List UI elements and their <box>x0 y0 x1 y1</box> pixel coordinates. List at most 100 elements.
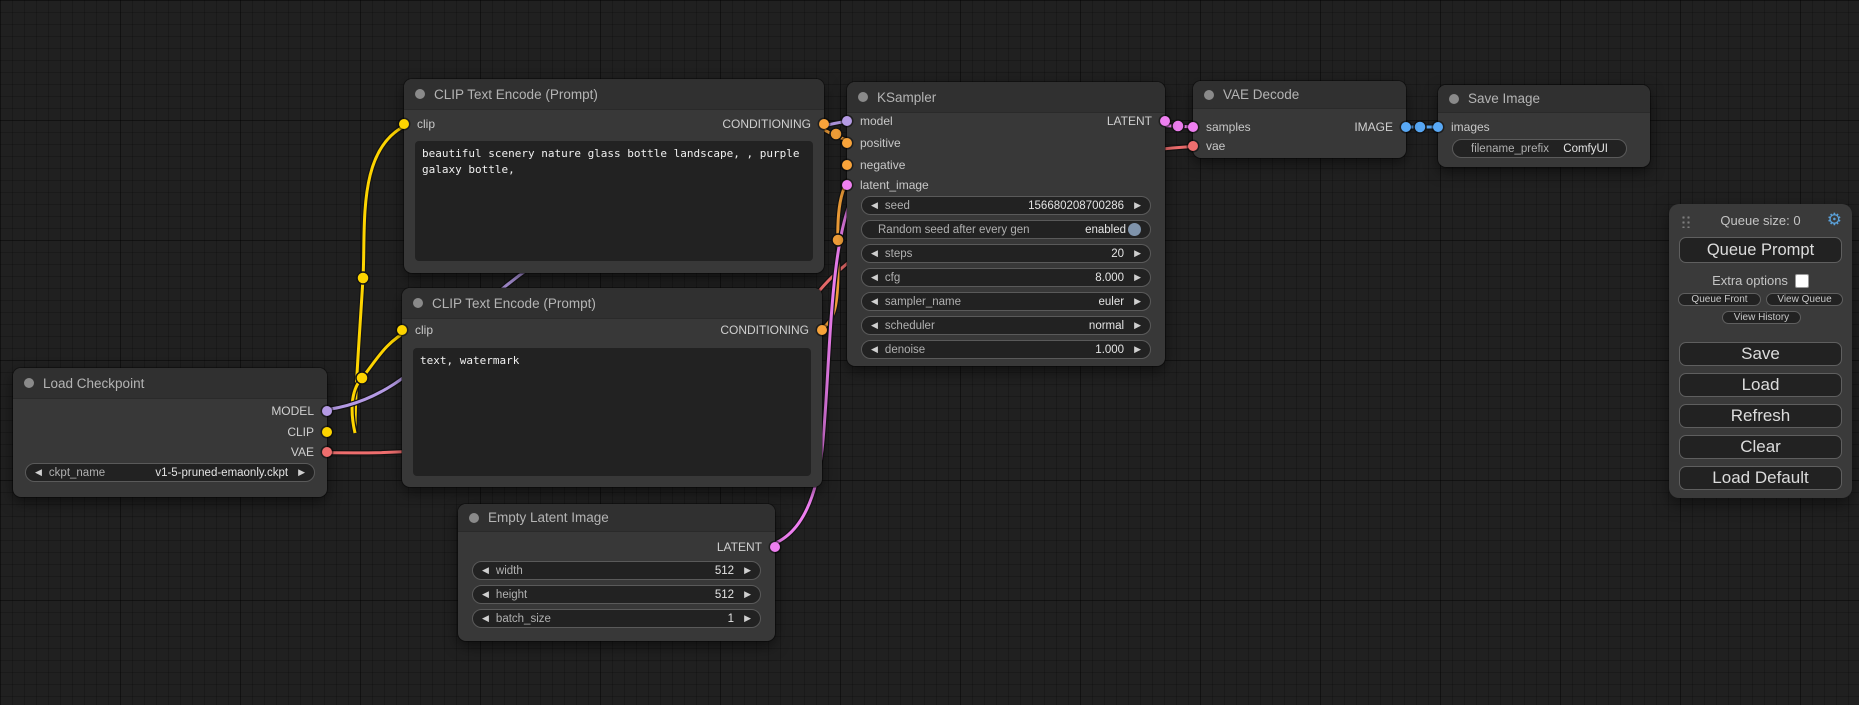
decrement-arrow-icon[interactable]: ◀ <box>871 297 878 306</box>
output-port-model[interactable] <box>322 406 332 416</box>
decrement-arrow-icon[interactable]: ◀ <box>871 249 878 258</box>
view-queue-button[interactable]: View Queue <box>1766 293 1843 306</box>
input-port-clip[interactable] <box>397 325 407 335</box>
node-collapse-dot-icon[interactable] <box>24 378 34 388</box>
save-button[interactable]: Save <box>1679 342 1842 366</box>
port-row: latent_image <box>847 175 1165 195</box>
increment-arrow-icon[interactable]: ▶ <box>1134 273 1141 282</box>
increment-arrow-icon[interactable]: ▶ <box>744 614 751 623</box>
node-title-bar[interactable]: VAE Decode <box>1193 81 1406 109</box>
queue-front-button[interactable]: Queue Front <box>1678 293 1761 306</box>
node-title-bar[interactable]: CLIP Text Encode (Prompt) <box>402 288 822 319</box>
output-port-conditioning[interactable] <box>817 325 827 335</box>
widget-label: Random seed after every gen <box>878 224 1030 236</box>
input-label-positive: positive <box>860 136 901 150</box>
input-port-images[interactable] <box>1433 122 1443 132</box>
extra-options-checkbox[interactable] <box>1795 274 1809 288</box>
increment-arrow-icon[interactable]: ▶ <box>1134 321 1141 330</box>
port-row: MODEL <box>13 401 327 421</box>
view-history-button[interactable]: View History <box>1722 311 1801 324</box>
decrement-arrow-icon[interactable]: ◀ <box>482 590 489 599</box>
output-port-image[interactable] <box>1401 122 1411 132</box>
input-port-latent-image[interactable] <box>842 180 852 190</box>
clear-button[interactable]: Clear <box>1679 435 1842 459</box>
output-port-clip[interactable] <box>322 427 332 437</box>
ckpt-name-widget[interactable]: ◀ ckpt_name v1-5-pruned-emaonly.ckpt ▶ <box>25 463 315 482</box>
extra-options-row: Extra options <box>1669 273 1852 288</box>
port-row: positive <box>847 133 1165 153</box>
input-port-model[interactable] <box>842 116 852 126</box>
link-dot[interactable] <box>1414 121 1426 133</box>
decrement-arrow-icon[interactable]: ◀ <box>482 566 489 575</box>
node-collapse-dot-icon[interactable] <box>469 513 479 523</box>
input-port-negative[interactable] <box>842 160 852 170</box>
decrement-arrow-icon[interactable]: ◀ <box>871 273 878 282</box>
queue-prompt-button[interactable]: Queue Prompt <box>1679 237 1842 263</box>
increment-arrow-icon[interactable]: ▶ <box>1134 249 1141 258</box>
node-title: Empty Latent Image <box>488 510 609 525</box>
seed-widget[interactable]: ◀ seed 156680208700286 ▶ <box>861 196 1151 215</box>
increment-arrow-icon[interactable]: ▶ <box>298 468 305 477</box>
batch-size-widget[interactable]: ◀ batch_size 1 ▶ <box>472 609 761 628</box>
node-collapse-dot-icon[interactable] <box>1449 94 1459 104</box>
link-dot[interactable] <box>357 272 369 284</box>
link-dot[interactable] <box>1172 120 1184 132</box>
widget-label: sampler_name <box>885 296 961 308</box>
node-collapse-dot-icon[interactable] <box>415 89 425 99</box>
steps-widget[interactable]: ◀ steps 20 ▶ <box>861 244 1151 263</box>
output-port-latent[interactable] <box>1160 116 1170 126</box>
node-save-image: Save Image images filename_prefix ComfyU… <box>1438 85 1650 167</box>
increment-arrow-icon[interactable]: ▶ <box>744 590 751 599</box>
decrement-arrow-icon[interactable]: ◀ <box>871 345 878 354</box>
output-port-vae[interactable] <box>322 447 332 457</box>
decrement-arrow-icon[interactable]: ◀ <box>871 321 878 330</box>
node-title-bar[interactable]: Empty Latent Image <box>458 504 775 532</box>
positive-prompt-textarea[interactable]: beautiful scenery nature glass bottle la… <box>415 141 813 261</box>
toggle-icon[interactable] <box>1128 223 1141 236</box>
node-collapse-dot-icon[interactable] <box>1204 90 1214 100</box>
output-port-conditioning[interactable] <box>819 119 829 129</box>
node-collapse-dot-icon[interactable] <box>413 298 423 308</box>
decrement-arrow-icon[interactable]: ◀ <box>871 201 878 210</box>
filename-prefix-widget[interactable]: filename_prefix ComfyUI <box>1452 139 1627 158</box>
widget-value: 512 <box>715 565 734 577</box>
load-default-button[interactable]: Load Default <box>1679 466 1842 490</box>
load-button[interactable]: Load <box>1679 373 1842 397</box>
increment-arrow-icon[interactable]: ▶ <box>1134 297 1141 306</box>
width-widget[interactable]: ◀ width 512 ▶ <box>472 561 761 580</box>
refresh-button[interactable]: Refresh <box>1679 404 1842 428</box>
height-widget[interactable]: ◀ height 512 ▶ <box>472 585 761 604</box>
increment-arrow-icon[interactable]: ▶ <box>744 566 751 575</box>
input-port-clip[interactable] <box>399 119 409 129</box>
gear-icon[interactable]: ⚙ <box>1827 210 1842 230</box>
link-dot[interactable] <box>832 234 844 246</box>
link-clip-positive-outline <box>355 124 409 433</box>
widget-value: 512 <box>715 589 734 601</box>
decrement-arrow-icon[interactable]: ◀ <box>482 614 489 623</box>
link-clip-negative-outline <box>352 330 409 433</box>
scheduler-widget[interactable]: ◀ scheduler normal ▶ <box>861 316 1151 335</box>
link-dot[interactable] <box>356 372 368 384</box>
increment-arrow-icon[interactable]: ▶ <box>1134 345 1141 354</box>
node-title-bar[interactable]: CLIP Text Encode (Prompt) <box>404 79 824 110</box>
node-vae-decode: VAE Decode samples IMAGE vae <box>1193 81 1406 158</box>
decrement-arrow-icon[interactable]: ◀ <box>35 468 42 477</box>
sampler-name-widget[interactable]: ◀ sampler_name euler ▶ <box>861 292 1151 311</box>
node-title-bar[interactable]: Load Checkpoint <box>13 368 327 399</box>
output-port-latent[interactable] <box>770 542 780 552</box>
cfg-widget[interactable]: ◀ cfg 8.000 ▶ <box>861 268 1151 287</box>
node-collapse-dot-icon[interactable] <box>858 92 868 102</box>
input-port-samples[interactable] <box>1188 122 1198 132</box>
node-title-bar[interactable]: KSampler <box>847 82 1165 113</box>
denoise-widget[interactable]: ◀ denoise 1.000 ▶ <box>861 340 1151 359</box>
input-port-positive[interactable] <box>842 138 852 148</box>
output-label-conditioning: CONDITIONING <box>722 117 811 131</box>
link-dot[interactable] <box>830 128 842 140</box>
random-seed-widget[interactable]: Random seed after every gen enabled <box>861 220 1151 239</box>
input-port-vae[interactable] <box>1188 141 1198 151</box>
port-row: images <box>1438 117 1650 137</box>
input-label-negative: negative <box>860 158 905 172</box>
increment-arrow-icon[interactable]: ▶ <box>1134 201 1141 210</box>
negative-prompt-textarea[interactable]: text, watermark <box>413 348 811 476</box>
node-title-bar[interactable]: Save Image <box>1438 85 1650 113</box>
